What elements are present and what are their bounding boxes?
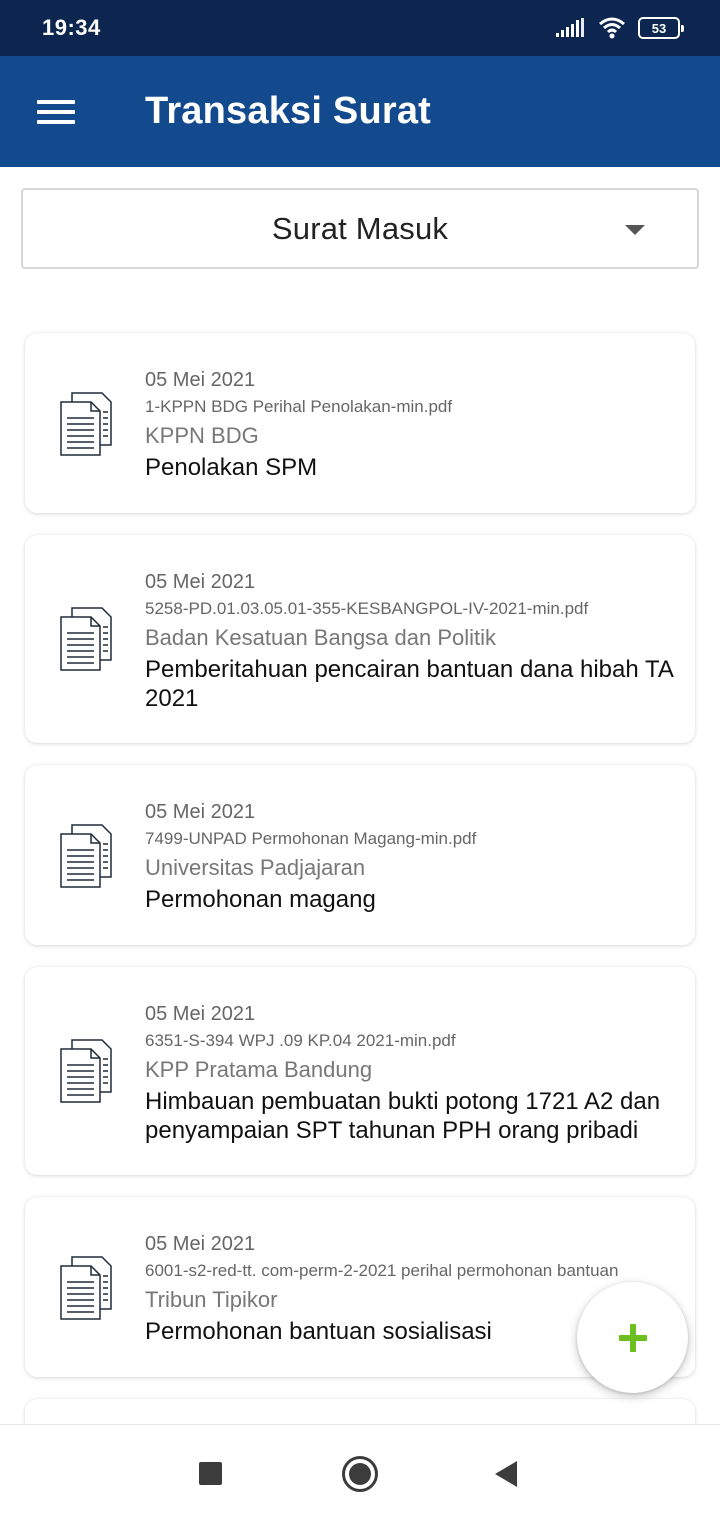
letter-card[interactable]: 05 Mei 2021 5258-PD.01.03.05.01-355-KESB… xyxy=(25,535,695,743)
letter-filename: 1-KPPN BDG Perihal Penolakan-min.pdf xyxy=(145,397,453,416)
document-icon xyxy=(60,607,112,671)
letter-sender: Badan Kesatuan Bangsa dan Politik xyxy=(145,625,497,650)
letter-subject: Permohonan magang xyxy=(145,886,376,913)
letter-date: 05 Mei 2021 xyxy=(145,571,256,593)
status-icons: 53 xyxy=(556,17,684,39)
dropdown-selected-value: Surat Masuk xyxy=(271,210,449,246)
plus-icon xyxy=(618,1323,647,1352)
document-icon xyxy=(60,1256,112,1320)
letter-date: 05 Mei 2021 xyxy=(145,1233,256,1255)
letter-card[interactable]: 05 Mei 2021 1-KPPN BDG Perihal Penolakan… xyxy=(25,333,695,513)
back-triangle-icon[interactable] xyxy=(495,1461,517,1487)
letter-date: 05 Mei 2021 xyxy=(145,801,256,823)
recents-square-icon[interactable] xyxy=(199,1462,222,1485)
battery-icon: 53 xyxy=(638,17,684,39)
add-letter-button[interactable] xyxy=(577,1282,688,1393)
dropdown-arrow-icon xyxy=(625,225,645,235)
letter-sender: KPP Pratama Bandung xyxy=(145,1057,373,1082)
letter-sender: KPPN BDG xyxy=(145,423,259,448)
system-nav-bar xyxy=(0,1424,720,1520)
letter-filename: 6001-s2-red-tt. com-perm-2-2021 perihal … xyxy=(145,1261,619,1280)
letter-subject: Himbauan pembuatan bukti potong 1721 A2 … xyxy=(145,1088,661,1144)
hamburger-menu-icon[interactable] xyxy=(0,56,112,167)
letter-sender: Universitas Padjajaran xyxy=(145,855,366,880)
letter-subject: Pemberitahuan pencairan bantuan dana hib… xyxy=(145,656,673,712)
document-icon xyxy=(60,824,112,888)
battery-level: 53 xyxy=(651,20,667,36)
app-bar: Transaksi Surat xyxy=(0,56,720,167)
letter-subject: Penolakan SPM xyxy=(145,454,318,481)
page-title: Transaksi Surat xyxy=(145,90,432,132)
letter-date: 05 Mei 2021 xyxy=(145,1003,256,1025)
letter-type-dropdown[interactable]: Surat Masuk xyxy=(21,188,699,269)
letter-date: 05 Mei 2021 xyxy=(145,369,256,391)
letter-card[interactable]: 05 Mei 2021 6351-S-394 WPJ .09 KP.04 202… xyxy=(25,967,695,1175)
letter-filename: 6351-S-394 WPJ .09 KP.04 2021-min.pdf xyxy=(145,1031,456,1050)
letter-filename: 7499-UNPAD Permohonan Magang-min.pdf xyxy=(145,829,477,848)
document-icon xyxy=(60,1039,112,1103)
document-icon xyxy=(60,392,112,456)
status-bar: 19:34 53 xyxy=(0,0,720,56)
signal-icon xyxy=(556,18,584,37)
letter-filename: 5258-PD.01.03.05.01-355-KESBANGPOL-IV-20… xyxy=(145,599,589,618)
status-time: 19:34 xyxy=(42,15,101,40)
letter-card[interactable]: 05 Mei 2021 7499-UNPAD Permohonan Magang… xyxy=(25,765,695,945)
wifi-icon xyxy=(599,17,625,39)
home-circle-icon[interactable] xyxy=(342,1456,378,1492)
